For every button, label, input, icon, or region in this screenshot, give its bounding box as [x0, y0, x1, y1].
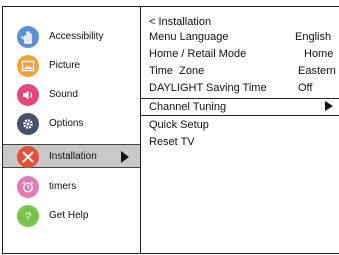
tools-icon — [17, 146, 39, 168]
sidebar-item-sound[interactable]: Sound — [3, 83, 140, 107]
menu-row-channel-tuning[interactable]: Channel Tuning — [141, 98, 339, 116]
row-label: Menu Language — [149, 31, 229, 43]
sidebar-item-timers[interactable]: timers — [3, 175, 140, 199]
row-label: Channel Tuning — [149, 101, 227, 113]
sidebar-item-installation[interactable]: Installation — [3, 144, 140, 168]
menu-row-menu-language[interactable]: Menu Language English — [141, 29, 339, 45]
help-icon: ? — [17, 205, 39, 227]
menu-row-time-zone[interactable]: Time Zone Eastern — [141, 63, 339, 79]
row-value: Home — [304, 48, 334, 60]
chevron-right-icon — [325, 101, 333, 111]
svg-text:?: ? — [25, 211, 31, 223]
category-sidebar: Accessibility Picture Sound Options Inst — [3, 7, 141, 253]
picture-icon — [17, 55, 39, 77]
menu-row-daylight-saving-time[interactable]: DAYLIGHT Saving Time Off — [141, 80, 339, 96]
row-label: DAYLIGHT Saving Time — [149, 82, 267, 94]
row-value: English — [295, 31, 332, 43]
sidebar-item-options[interactable]: Options — [3, 112, 140, 136]
tv-menu-frame: Accessibility Picture Sound Options Inst — [2, 6, 339, 254]
row-label: Time Zone — [149, 65, 205, 77]
sidebar-item-get-help[interactable]: ? Get Help — [3, 204, 140, 228]
menu-title[interactable]: < Installation — [149, 15, 211, 29]
sidebar-item-label: Get Help — [49, 210, 89, 221]
chevron-right-icon — [121, 151, 129, 163]
menu-row-home-retail-mode[interactable]: Home / Retail Mode Home — [141, 46, 339, 62]
menu-row-reset-tv[interactable]: Reset TV — [141, 134, 339, 150]
row-label: Reset TV — [149, 136, 195, 148]
sidebar-item-accessibility[interactable]: Accessibility — [3, 25, 140, 49]
alarm-clock-icon — [17, 176, 39, 198]
row-value: Off — [298, 82, 313, 94]
sidebar-item-label: timers — [49, 181, 77, 192]
hand-icon — [17, 26, 39, 48]
row-label: Home / Retail Mode — [149, 48, 247, 60]
sidebar-item-label: Options — [49, 118, 84, 129]
sidebar-item-label: Picture — [49, 60, 81, 71]
sidebar-item-picture[interactable]: Picture — [3, 54, 140, 78]
row-label: Quick Setup — [149, 119, 209, 131]
speaker-icon — [17, 84, 39, 106]
gear-icon — [17, 113, 39, 135]
sidebar-item-label: Sound — [49, 89, 78, 100]
row-value: Eastern — [298, 65, 336, 77]
sidebar-item-label: Accessibility — [49, 31, 104, 42]
menu-row-quick-setup[interactable]: Quick Setup — [141, 117, 339, 133]
sidebar-item-label: Installation — [49, 151, 97, 162]
